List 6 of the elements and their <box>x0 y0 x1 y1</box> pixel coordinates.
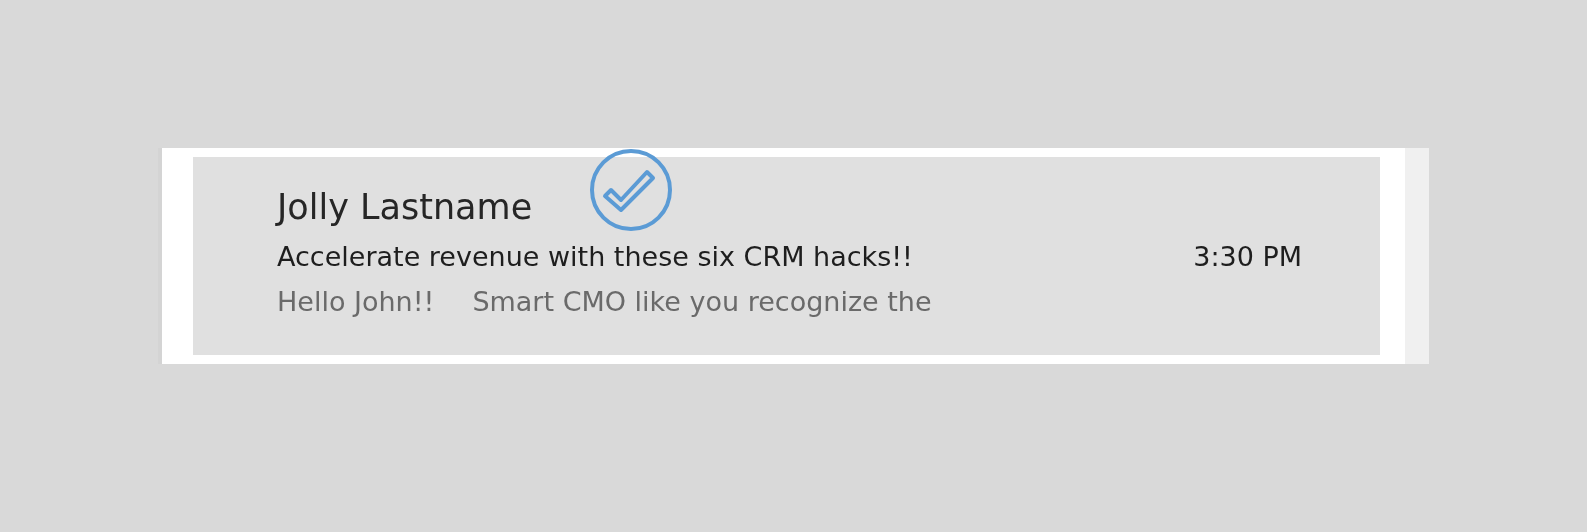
message-preview: Smart CMO like you recognize the <box>472 286 932 317</box>
message-item[interactable]: Jolly Lastname Accelerate revenue with these six CRM hacks!! 3:30 PM Hello John!! Smart CMO like you recognize the <box>193 157 1380 355</box>
message-time: 3:30 PM <box>1193 241 1302 272</box>
sender-name: Jolly Lastname <box>277 187 533 227</box>
message-subject: Accelerate revenue with these six CRM hacks!! <box>277 241 913 272</box>
message-preview: Hello John!! <box>277 286 435 317</box>
